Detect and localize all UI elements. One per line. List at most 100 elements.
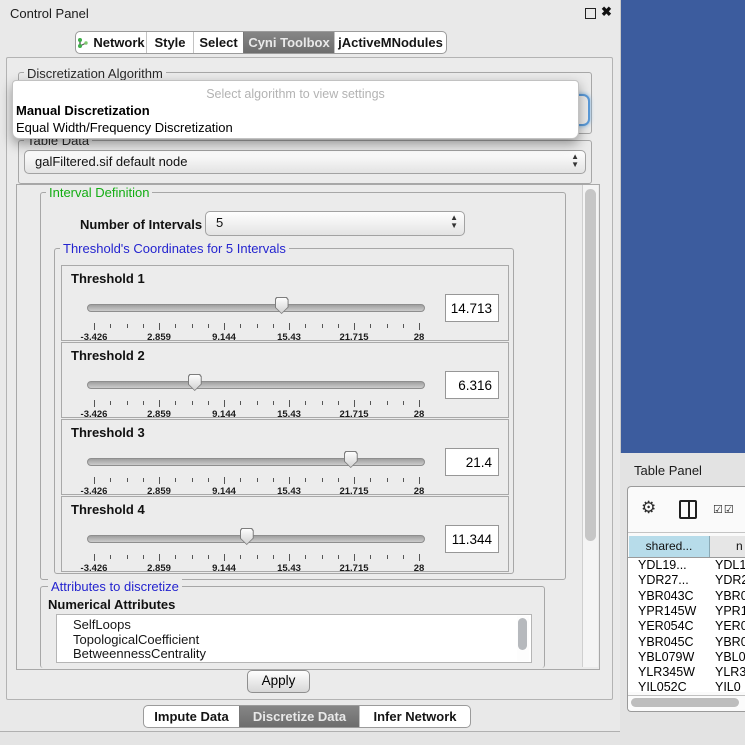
slider-tick-label: 28 xyxy=(414,563,425,574)
slider-tick-label: 21.715 xyxy=(339,563,368,574)
slider-tick xyxy=(192,555,193,559)
slider-track[interactable] xyxy=(87,304,425,312)
table-panel-section: Table Panel ⚙ ☑☑ shared... n YDL19...YDL… xyxy=(620,453,745,745)
slider-tick xyxy=(240,555,241,559)
control-panel-window: Control Panel ✖ Network Style Select Cyn… xyxy=(0,0,621,732)
slider-tick xyxy=(208,401,209,405)
slider-tick xyxy=(273,401,274,405)
slider-tick xyxy=(175,555,176,559)
slider-track[interactable] xyxy=(87,381,425,389)
table-data-combobox[interactable]: galFiltered.sif default node ▲▼ xyxy=(24,150,586,174)
top-tab-bar: Network Style Select Cyni Toolbox jActiv… xyxy=(75,31,447,54)
float-window-icon[interactable] xyxy=(585,8,596,19)
threshold-panel: Threshold 1 -3.4262.8599.14415.4321.7152… xyxy=(61,265,509,341)
tab-style[interactable]: Style xyxy=(146,32,193,53)
slider-tick xyxy=(289,323,290,330)
threshold-slider[interactable]: -3.4262.8599.14415.4321.71528 xyxy=(87,296,427,336)
popup-item-manual-discretization[interactable]: Manual Discretization xyxy=(16,103,150,118)
number-of-intervals-combobox[interactable]: 5 ▲▼ xyxy=(205,211,465,236)
threshold-panel: Threshold 3 -3.4262.8599.14415.4321.7152… xyxy=(61,419,509,495)
gear-icon[interactable]: ⚙ xyxy=(641,499,656,516)
threshold-slider[interactable]: -3.4262.8599.14415.4321.71528 xyxy=(87,373,427,413)
slider-tick xyxy=(322,555,323,559)
threshold-value-field[interactable]: 14.713 xyxy=(445,294,499,322)
threshold-panel: Threshold 2 -3.4262.8599.14415.4321.7152… xyxy=(61,342,509,418)
table-row[interactable]: YBL079WYBL0 xyxy=(628,650,745,665)
close-icon[interactable]: ✖ xyxy=(601,4,612,20)
tab-jactivemnodules[interactable]: jActiveMNodules xyxy=(334,32,446,53)
slider-tick xyxy=(110,401,111,405)
column-header-shared-name[interactable]: shared... xyxy=(629,536,710,557)
slider-tick xyxy=(240,401,241,405)
slider-track[interactable] xyxy=(87,535,425,543)
threshold-value-field[interactable]: 6.316 xyxy=(445,371,499,399)
slider-tick xyxy=(387,555,388,559)
tab-infer-network[interactable]: Infer Network xyxy=(359,706,470,727)
stepper-arrows-icon: ▲▼ xyxy=(571,153,579,169)
slider-tick xyxy=(354,477,355,484)
slider-tick xyxy=(273,478,274,482)
tab-discretize-data[interactable]: Discretize Data xyxy=(239,706,359,727)
slider-tick xyxy=(127,324,128,328)
slider-tick xyxy=(387,324,388,328)
table-row[interactable]: YDL19...YDL1 xyxy=(628,558,745,573)
network-icon xyxy=(77,37,89,49)
threshold-slider[interactable]: -3.4262.8599.14415.4321.71528 xyxy=(87,527,427,567)
slider-tick xyxy=(94,400,95,407)
slider-tick xyxy=(273,324,274,328)
slider-tick xyxy=(257,324,258,328)
vertical-scrollbar[interactable] xyxy=(582,185,598,667)
slider-tick xyxy=(159,400,160,407)
table-row[interactable]: YDR27...YDR2 xyxy=(628,573,745,588)
column-header-name[interactable]: n xyxy=(710,536,745,557)
slider-tick xyxy=(338,555,339,559)
numerical-attributes-list[interactable]: SelfLoopsTopologicalCoefficientBetweenne… xyxy=(56,614,532,663)
slider-tick xyxy=(370,401,371,405)
tab-select[interactable]: Select xyxy=(193,32,243,53)
slider-tick xyxy=(305,478,306,482)
attribute-list-item[interactable]: SelfLoops xyxy=(73,617,131,632)
slider-track[interactable] xyxy=(87,458,425,466)
slider-tick xyxy=(94,323,95,330)
slider-tick xyxy=(143,401,144,405)
slider-tick xyxy=(305,555,306,559)
slider-tick xyxy=(338,401,339,405)
slider-tick xyxy=(322,478,323,482)
threshold-slider[interactable]: -3.4262.8599.14415.4321.71528 xyxy=(87,450,427,490)
threshold-label: Threshold 3 xyxy=(71,425,145,440)
control-panel-title: Control Panel xyxy=(10,6,89,21)
select-columns-icon[interactable]: ☑☑ xyxy=(713,503,735,516)
slider-tick xyxy=(127,555,128,559)
threshold-label: Threshold 1 xyxy=(71,271,145,286)
threshold-value-field[interactable]: 21.4 xyxy=(445,448,499,476)
attributes-list-scrollbar[interactable] xyxy=(517,616,529,661)
slider-tick xyxy=(94,477,95,484)
table-row[interactable]: YER054CYER0 xyxy=(628,619,745,634)
slider-tick xyxy=(127,401,128,405)
slider-tick xyxy=(305,324,306,328)
slider-tick-label: 2.859 xyxy=(147,563,171,574)
tab-cyni-toolbox[interactable]: Cyni Toolbox xyxy=(243,32,334,53)
table-row[interactable]: YPR145WYPR1 xyxy=(628,604,745,619)
attributes-group-title: Attributes to discretize xyxy=(48,579,182,594)
table-row[interactable]: YLR345WYLR3 xyxy=(628,665,745,680)
attribute-list-item[interactable]: TopologicalCoefficient xyxy=(73,632,199,647)
threshold-value-field[interactable]: 11.344 xyxy=(445,525,499,553)
numerical-attributes-label: Numerical Attributes xyxy=(48,597,175,612)
slider-tick xyxy=(387,478,388,482)
horizontal-scrollbar-thumb[interactable] xyxy=(631,698,739,707)
apply-button[interactable]: Apply xyxy=(247,670,310,693)
table-row[interactable]: YBR043CYBR0 xyxy=(628,589,745,604)
attributes-list-scrollbar-thumb[interactable] xyxy=(518,618,527,650)
attribute-list-item[interactable]: BetweennessCentrality xyxy=(73,646,206,661)
table-row[interactable]: YBR045CYBR0 xyxy=(628,635,745,650)
slider-tick xyxy=(289,400,290,407)
table-row[interactable]: YIL052CYIL0 xyxy=(628,680,745,692)
vertical-scrollbar-thumb[interactable] xyxy=(585,189,596,541)
tab-network[interactable]: Network xyxy=(76,32,146,53)
control-panel-titlebar: Control Panel ✖ xyxy=(0,0,620,26)
popup-item-equal-width-frequency[interactable]: Equal Width/Frequency Discretization xyxy=(16,120,233,135)
split-columns-icon[interactable] xyxy=(679,500,697,519)
horizontal-scrollbar[interactable] xyxy=(628,695,745,709)
tab-impute-data[interactable]: Impute Data xyxy=(144,706,239,727)
